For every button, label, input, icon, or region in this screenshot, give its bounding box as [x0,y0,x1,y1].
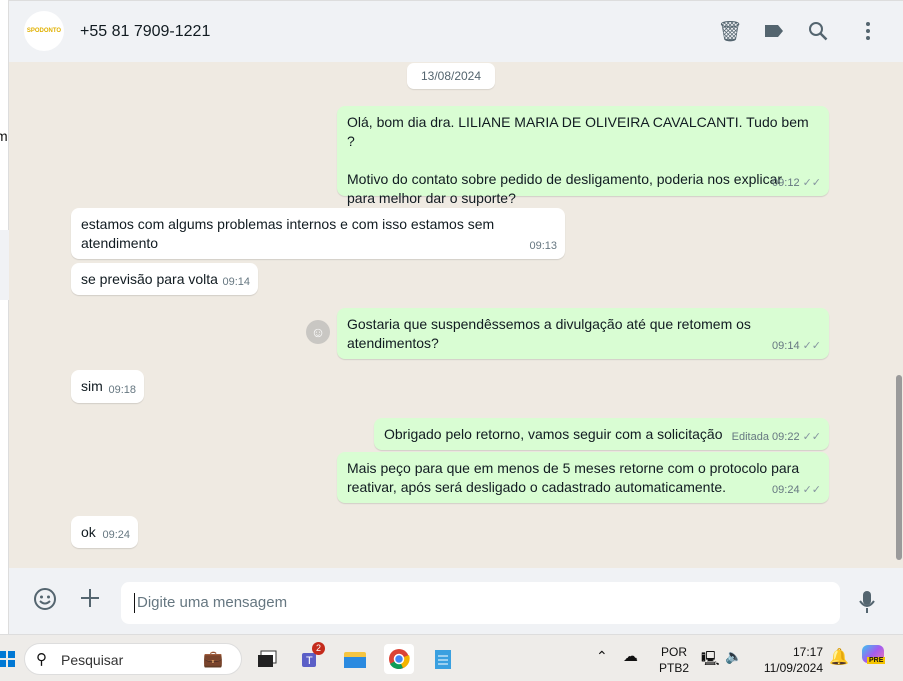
react-emoji-icon[interactable]: ☺ [306,320,330,344]
chrome-icon[interactable] [384,644,414,674]
emoji-icon[interactable] [33,587,57,618]
search-icon[interactable] [806,19,830,43]
contact-avatar[interactable]: SPODONTO [24,11,64,51]
message-time: Editada 09:22 ✓✓ [731,431,821,443]
partial-text: m [0,128,8,144]
onedrive-offline-icon[interactable]: ☁ [623,647,638,665]
copilot-icon[interactable]: PRE [862,645,886,664]
label-icon[interactable] [762,19,786,43]
message-text: Obrigado pelo retorno, vamos seguir com … [384,426,723,442]
message-incoming[interactable]: ok 09:24 [71,516,138,548]
composer-bar: Digite uma mensagem [9,568,903,634]
search-icon: ⚲ [36,651,47,668]
message-text: Motivo do contato sobre pedido de deslig… [347,171,783,206]
message-text: ok [81,524,96,540]
message-time: 09:18 [108,384,136,396]
message-incoming[interactable]: sim 09:18 [71,370,144,403]
message-incoming[interactable]: estamos com algums problemas internos e … [71,208,565,259]
clock[interactable]: 17:17 11/09/2024 [764,644,823,676]
show-hidden-icons-chevron[interactable]: ⌃ [596,648,608,665]
date-chip: 13/08/2024 [407,63,495,89]
background-window-edge: m [0,0,9,634]
partial-selected-row [0,230,9,300]
message-text: se previsão para volta [81,271,218,287]
message-text: Mais peço para que em menos de 5 meses r… [347,460,800,495]
task-view-icon[interactable] [252,644,282,674]
message-time: 09:14 ✓✓ [772,340,821,352]
message-time: 09:24 [102,529,130,541]
notepad-icon[interactable] [428,644,458,674]
message-outgoing[interactable]: Mais peço para que em menos de 5 meses r… [337,452,829,503]
language-indicator[interactable]: POR PTB2 [659,644,689,676]
contact-name[interactable]: +55 81 7909-1221 [80,23,210,41]
attach-plus-icon[interactable] [79,587,101,616]
volume-icon[interactable]: 🔈 [725,648,742,665]
delete-icon[interactable]: 🗑 [717,19,742,43]
message-outgoing[interactable]: Olá, bom dia dra. LILIANE MARIA DE OLIVE… [337,106,829,206]
read-ticks-icon: ✓✓ [802,177,821,189]
message-time: 09:14 [222,276,250,288]
message-input[interactable]: Digite uma mensagem [121,582,840,624]
message-time: 09:12 ✓✓ [772,177,821,189]
start-icon[interactable] [0,644,22,674]
message-incoming[interactable]: se previsão para volta 09:14 [71,263,258,295]
svg-text:T: T [306,655,313,667]
network-icon[interactable]: 🖳 [701,648,720,672]
message-time: 09:24 ✓✓ [772,484,821,496]
menu-icon[interactable] [856,19,880,43]
windows-taskbar: ⚲ Pesquisar 💼 T2 ⌃ ☁ POR PTB2 🖳 🔈 17:17 11… [0,634,903,681]
notification-bell-icon[interactable]: 🔔 [829,647,849,667]
file-explorer-icon[interactable] [340,644,370,674]
briefcase-icon: 💼 [203,651,223,668]
chat-header: SPODONTO +55 81 7909-1221 🗑 [9,0,903,62]
message-text: estamos com algums problemas internos e … [81,216,495,251]
teams-icon[interactable]: T2 [296,642,326,674]
scrollbar[interactable] [895,62,903,568]
microphone-icon[interactable] [859,590,875,621]
message-outgoing[interactable]: Gostaria que suspendêssemos a divulgação… [337,308,829,359]
taskbar-search[interactable]: ⚲ Pesquisar 💼 [24,643,242,675]
message-text: Gostaria que suspendêssemos a divulgação… [347,316,751,351]
message-text: sim [81,378,103,394]
message-text: Olá, bom dia dra. LILIANE MARIA DE OLIVE… [347,114,809,149]
message-time: 09:13 [529,240,557,252]
message-outgoing[interactable]: Obrigado pelo retorno, vamos seguir com … [374,418,829,450]
